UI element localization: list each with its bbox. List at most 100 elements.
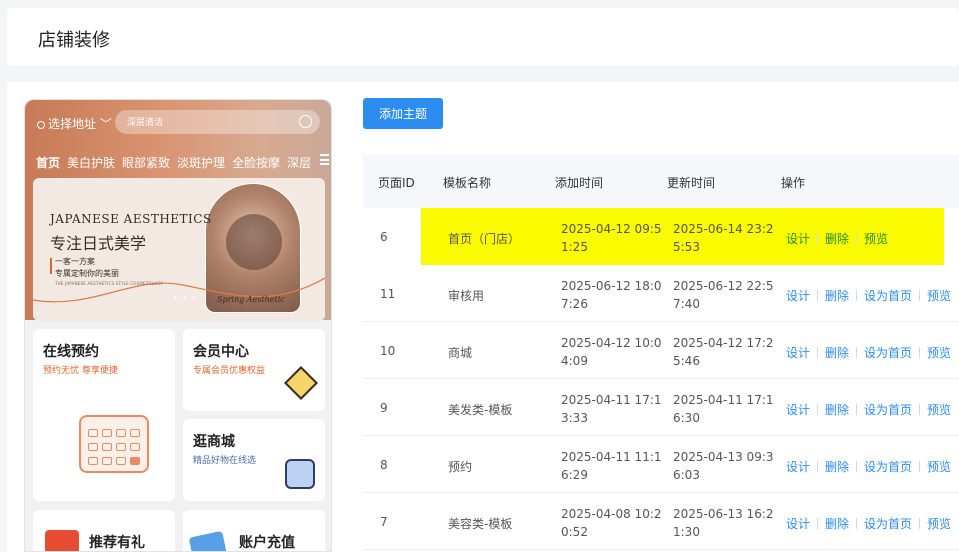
- row-added: 2025-06-12 18:07:26: [561, 279, 662, 311]
- category-tab[interactable]: 眼部紧致: [122, 156, 170, 170]
- column-header: 模板名称: [443, 176, 492, 190]
- preview-link[interactable]: 预览: [927, 517, 951, 531]
- recharge-card[interactable]: 账户充值: [183, 510, 325, 551]
- card-subtitle: 预约无忧 尊享便捷: [43, 366, 118, 376]
- address-selector[interactable]: 选择地址 ﹀: [37, 115, 112, 132]
- delete-link[interactable]: 删除: [825, 346, 849, 360]
- category-tab[interactable]: 全脸按摩: [232, 156, 280, 170]
- category-tab[interactable]: 首页: [36, 156, 61, 170]
- set-homepage-link[interactable]: 设为首页: [864, 403, 912, 417]
- preview-link[interactable]: 预览: [927, 289, 951, 303]
- referral-card[interactable]: 推荐有礼: [33, 510, 175, 551]
- banner-subtitle-1: 一客一方案: [55, 257, 95, 266]
- row-added: 2025-04-12 10:04:09: [561, 336, 662, 368]
- column-header: 更新时间: [667, 176, 716, 190]
- table-row: 9 美发类-模板 2025-04-11 17:13:33 2025-04-11 …: [363, 379, 959, 436]
- table-header: 页面ID 模板名称 添加时间 更新时间 操作: [363, 155, 959, 208]
- row-updated: 2025-04-12 17:25:46: [673, 336, 774, 368]
- table-row: 8 预约 2025-04-11 11:16:29 2025-04-13 09:3…: [363, 436, 959, 493]
- row-updated: 2025-04-13 09:36:03: [673, 450, 774, 482]
- banner-fineprint: THE JAPANESE AESTHETICS STYLE COSMETOLOG…: [55, 281, 164, 286]
- calendar-icon: [65, 389, 149, 473]
- row-added: 2025-04-08 10:20:52: [561, 507, 662, 539]
- design-link[interactable]: 设计: [786, 460, 810, 474]
- card-title: 会员中心: [193, 344, 249, 360]
- row-id: 8: [380, 458, 388, 472]
- design-link[interactable]: 设计: [786, 517, 810, 531]
- preview-search-placeholder: 深层清洁: [127, 118, 164, 128]
- preview-search-bar[interactable]: 深层清洁: [115, 110, 320, 134]
- category-tab[interactable]: 淡斑护理: [177, 156, 225, 170]
- page-header: 店铺装修: [7, 8, 959, 66]
- chevron-down-icon: ﹀: [96, 117, 112, 131]
- template-table: 页面ID 模板名称 添加时间 更新时间 操作 6 首页（门店） 2025-04-…: [363, 155, 959, 552]
- row-id: 7: [380, 515, 388, 529]
- preview-link[interactable]: 预览: [864, 232, 888, 246]
- preview-link[interactable]: 预览: [927, 460, 951, 474]
- shopping-bag-icon: [285, 459, 315, 489]
- row-actions: 设计 删除 设为首页 预览: [786, 287, 951, 304]
- row-id: 9: [380, 401, 388, 415]
- table-row: 6 首页（门店） 2025-04-12 09:51:25 2025-06-14 …: [363, 208, 959, 265]
- row-actions: 设计 删除 设为首页 预览: [786, 344, 951, 361]
- address-label: 选择地址: [48, 117, 97, 131]
- row-updated: 2025-04-11 17:16:30: [673, 393, 774, 425]
- card-title: 逛商城: [193, 434, 235, 450]
- banner-title: 专注日式美学: [50, 234, 147, 253]
- wallet-icon: [188, 530, 228, 551]
- card-title: 在线预约: [43, 344, 99, 360]
- column-header: 添加时间: [555, 176, 604, 190]
- member-center-card[interactable]: 会员中心 专属会员优惠权益: [183, 329, 325, 411]
- design-link[interactable]: 设计: [786, 232, 810, 246]
- set-homepage-link[interactable]: 设为首页: [864, 460, 912, 474]
- design-link[interactable]: 设计: [786, 289, 810, 303]
- carousel-dots: • • •: [173, 294, 198, 303]
- delete-link[interactable]: 删除: [825, 517, 849, 531]
- banner-accent-bar: [50, 258, 52, 274]
- row-name: 首页（门店）: [448, 232, 521, 246]
- design-link[interactable]: 设计: [786, 346, 810, 360]
- row-added: 2025-04-11 17:13:33: [561, 393, 662, 425]
- delete-link[interactable]: 删除: [825, 289, 849, 303]
- card-title: 推荐有礼: [89, 535, 145, 551]
- add-theme-button[interactable]: 添加主题: [363, 98, 443, 129]
- gift-icon: [45, 530, 79, 551]
- preview-link[interactable]: 预览: [927, 346, 951, 360]
- search-icon: [299, 115, 312, 128]
- row-name: 美发类-模板: [448, 403, 513, 417]
- store-preview: 选择地址 ﹀ 深层清洁 首页 美白护肤 眼部紧致 淡斑护理 全脸按摩 深层 JAPANES…: [24, 99, 332, 552]
- row-actions: 设计 删除 设为首页 预览: [786, 401, 951, 418]
- diamond-icon: [284, 366, 318, 400]
- table-row: 11 审核用 2025-06-12 18:07:26 2025-06-12 22…: [363, 265, 959, 322]
- category-menu-icon[interactable]: [320, 154, 329, 165]
- delete-link[interactable]: 删除: [825, 403, 849, 417]
- row-added: 2025-04-11 11:16:29: [561, 450, 662, 482]
- banner-signature: Spring Aesthetic: [217, 295, 285, 304]
- card-subtitle: 专属会员优惠权益: [193, 366, 266, 376]
- table-row: 10 商城 2025-04-12 10:04:09 2025-04-12 17:…: [363, 322, 959, 379]
- promo-banner[interactable]: JAPANESE AESTHETICS 专注日式美学 一客一方案 专属定制你的美…: [33, 178, 325, 321]
- row-updated: 2025-06-14 23:25:53: [673, 222, 774, 254]
- card-subtitle: 精品好物在线选: [193, 456, 257, 466]
- row-updated: 2025-06-12 22:57:40: [673, 279, 774, 311]
- row-id: 11: [380, 287, 396, 301]
- delete-link[interactable]: 删除: [825, 232, 849, 246]
- booking-card[interactable]: 在线预约 预约无忧 尊享便捷: [33, 329, 175, 501]
- column-header: 页面ID: [378, 176, 415, 190]
- table-row: 7 美容类-模板 2025-04-08 10:20:52 2025-06-13 …: [363, 493, 959, 550]
- preview-link[interactable]: 预览: [927, 403, 951, 417]
- row-updated: 2025-06-13 16:21:30: [673, 507, 774, 539]
- set-homepage-link[interactable]: 设为首页: [864, 289, 912, 303]
- category-tab[interactable]: 深层: [287, 156, 311, 170]
- set-homepage-link[interactable]: 设为首页: [864, 517, 912, 531]
- set-homepage-link[interactable]: 设为首页: [864, 346, 912, 360]
- row-actions: 设计 删除 设为首页 预览: [786, 458, 951, 475]
- row-name: 美容类-模板: [448, 517, 513, 531]
- design-link[interactable]: 设计: [786, 403, 810, 417]
- delete-link[interactable]: 删除: [825, 460, 849, 474]
- category-tab[interactable]: 美白护肤: [67, 156, 115, 170]
- row-added: 2025-04-12 09:51:25: [561, 222, 662, 254]
- row-actions: 设计 删除 设为首页 预览: [786, 515, 951, 532]
- mall-card[interactable]: 逛商城 精品好物在线选: [183, 419, 325, 501]
- location-icon: [37, 121, 45, 129]
